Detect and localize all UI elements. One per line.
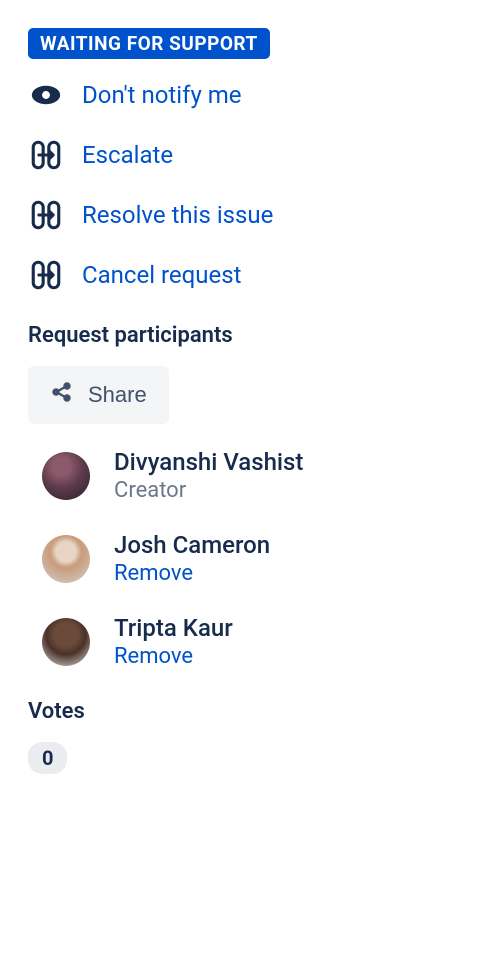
action-label: Cancel request [82, 261, 241, 289]
eye-icon [28, 77, 64, 113]
action-label: Escalate [82, 141, 173, 169]
share-icon [50, 380, 74, 410]
remove-participant-link[interactable]: Remove [114, 644, 476, 669]
participant-info: Divyanshi Vashist Creator [114, 448, 476, 503]
action-resolve[interactable]: Resolve this issue [28, 197, 476, 233]
participant-name: Josh Cameron [114, 531, 476, 559]
participants-list: Divyanshi Vashist Creator Josh Cameron R… [28, 448, 476, 669]
avatar [42, 618, 90, 666]
action-label: Resolve this issue [82, 201, 273, 229]
action-dont-notify[interactable]: Don't notify me [28, 77, 476, 113]
participant-info: Josh Cameron Remove [114, 531, 476, 586]
votes-count-badge: 0 [28, 742, 67, 774]
avatar [42, 535, 90, 583]
participant-name: Tripta Kaur [114, 614, 476, 642]
remove-participant-link[interactable]: Remove [114, 561, 476, 586]
action-cancel[interactable]: Cancel request [28, 257, 476, 293]
share-label: Share [88, 382, 147, 408]
workflow-icon [28, 137, 64, 173]
status-badge: WAITING FOR SUPPORT [28, 28, 270, 59]
avatar [42, 452, 90, 500]
workflow-icon [28, 257, 64, 293]
votes-title: Votes [28, 699, 476, 724]
participant-name: Divyanshi Vashist [114, 448, 476, 476]
action-label: Don't notify me [82, 81, 242, 109]
share-button[interactable]: Share [28, 366, 169, 424]
actions-list: Don't notify me Escalate Resolve this is… [28, 77, 476, 293]
participant-item: Divyanshi Vashist Creator [28, 448, 476, 503]
participant-role: Creator [114, 478, 476, 503]
participant-item: Tripta Kaur Remove [28, 614, 476, 669]
participant-item: Josh Cameron Remove [28, 531, 476, 586]
participants-title: Request participants [28, 323, 476, 348]
workflow-icon [28, 197, 64, 233]
action-escalate[interactable]: Escalate [28, 137, 476, 173]
participant-info: Tripta Kaur Remove [114, 614, 476, 669]
